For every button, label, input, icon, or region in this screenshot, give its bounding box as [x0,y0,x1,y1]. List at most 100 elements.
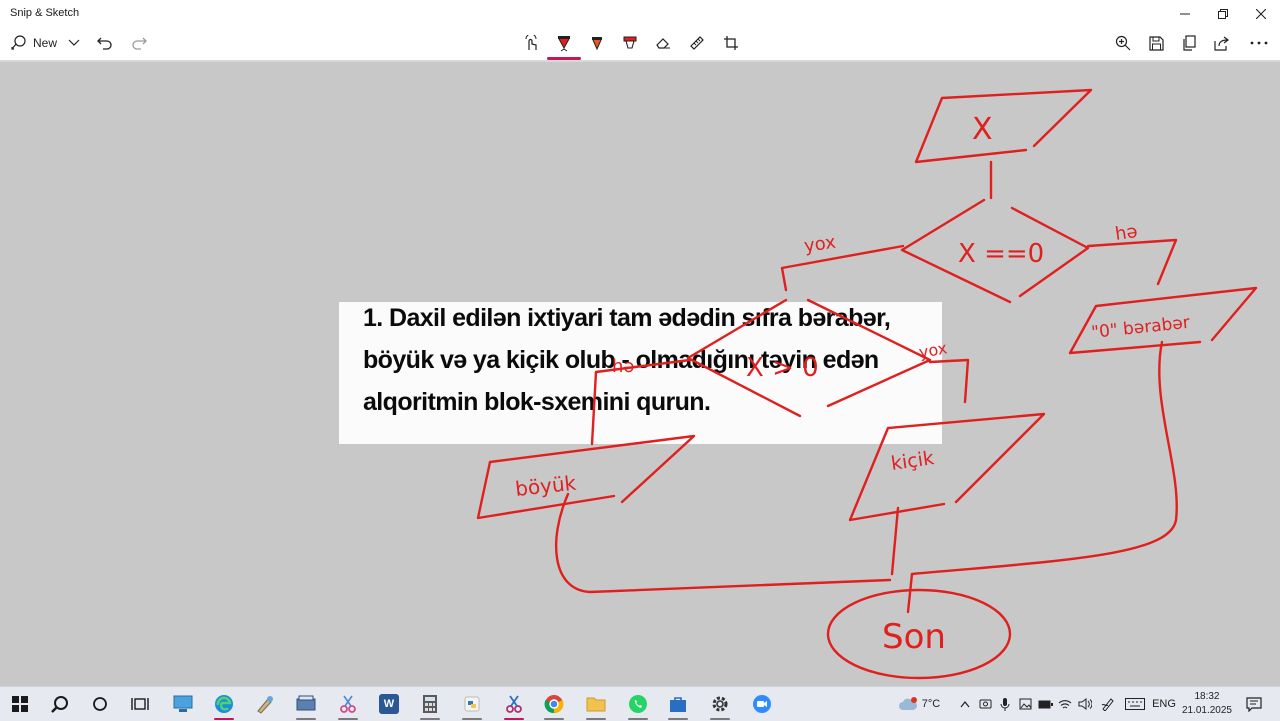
clock[interactable]: 18:32 21.01.2025 [1182,690,1232,718]
new-label: New [32,36,57,50]
start-button[interactable] [6,687,34,721]
ruler-button[interactable] [686,28,708,58]
calculator-icon [423,695,437,713]
tray-microphone-icon[interactable] [996,687,1014,721]
new-dropdown-button[interactable] [64,28,84,58]
zoom-button[interactable] [1112,28,1134,58]
taskbar-app-paint[interactable] [248,687,282,721]
toolbar: New [0,28,1280,62]
taskbar-app-calculator[interactable] [412,687,448,721]
taskbar-app-file-explorer[interactable] [578,687,614,721]
undo-icon [97,37,112,50]
eraser-icon [656,38,670,49]
search-button[interactable] [46,687,74,721]
camera-icon [979,699,991,709]
tray-touch-keyboard-icon[interactable] [1122,687,1148,721]
wifi-icon [1058,699,1072,708]
snip-sketch-icon [506,695,522,713]
clock-date: 21.01.2025 [1181,705,1232,716]
taskbar-app-remote-desktop[interactable] [166,687,200,721]
chrome-icon [544,695,564,714]
taskbar-app-store[interactable] [660,687,696,721]
restore-icon [1218,9,1228,19]
document-line-3: alqoritmin blok-sxemini qurun. [363,388,711,416]
microphone-icon [1000,697,1010,711]
tray-battery-icon[interactable] [1036,687,1054,721]
copy-button[interactable] [1178,28,1200,58]
redo-icon [132,37,147,50]
clock-time: 18:32 [1194,691,1220,702]
store-icon [670,697,686,712]
tray-meet-icon[interactable] [976,687,994,721]
copy-icon [1182,35,1196,51]
cortana-icon [93,697,107,711]
minimize-button[interactable] [1166,0,1204,28]
weather-widget[interactable]: 7°C [892,687,946,721]
undo-button[interactable] [94,28,116,58]
battery-icon [1038,700,1053,708]
weather-temperature: 7°C [921,698,941,710]
share-icon [1214,36,1229,51]
eraser-button[interactable] [652,28,674,58]
whatsapp-icon [629,695,647,713]
taskbar-app-edge[interactable] [206,687,242,721]
restore-button[interactable] [1204,0,1242,28]
tray-photo-icon[interactable] [1016,687,1034,721]
ballpoint-pen-button[interactable] [553,28,575,58]
document-line-2: böyük və ya kiçik olub - olmadığını təyi… [363,346,879,374]
taskbar-app-settings[interactable] [702,687,738,721]
captured-document: 1. Daxil edilən ixtiyari tam ədədin sıfr… [339,302,942,444]
pencil-button[interactable] [586,28,608,58]
taskbar-app-whatsapp[interactable] [620,687,656,721]
share-button[interactable] [1211,28,1233,58]
new-snip-button[interactable]: New [8,28,60,58]
input-language: ENG [1152,698,1176,710]
pen-icon [1101,698,1114,711]
taskbar-app-python[interactable] [454,687,490,721]
highlighter-button[interactable] [619,28,641,58]
touch-writing-icon [525,35,537,50]
selected-pen-indicator [547,57,581,60]
minimize-icon [1180,13,1190,15]
image-icon [1019,698,1031,710]
search-icon [51,696,68,713]
highlighter-icon [623,36,637,49]
app-title: Snip & Sketch [10,7,80,19]
chevron-down-icon [68,39,80,46]
more-options-button[interactable] [1246,28,1272,58]
new-snip-icon [11,35,26,50]
tray-volume-icon[interactable] [1076,687,1094,721]
cortana-button[interactable] [86,687,114,721]
taskbar-app-snip-sketch[interactable] [496,687,532,721]
close-button[interactable] [1242,0,1280,28]
touch-writing-button[interactable] [520,28,542,58]
tray-pen-menu-icon[interactable] [1098,687,1118,721]
cloud-icon [898,697,917,710]
taskbar-app-zoom[interactable] [744,687,780,721]
redo-button[interactable] [128,28,150,58]
taskbar-app-scanner[interactable] [288,687,324,721]
input-language-button[interactable]: ENG [1150,687,1178,721]
show-hidden-icons-button[interactable] [956,687,974,721]
taskbar-app-word[interactable]: W [372,687,406,721]
notifications-button[interactable] [1240,687,1268,721]
save-icon [1148,35,1164,51]
scissors-icon [340,695,356,713]
tray-wifi-icon[interactable] [1056,687,1074,721]
windows-logo-icon [12,696,28,712]
task-view-button[interactable] [126,687,154,721]
zoom-app-icon [753,695,771,713]
crop-button[interactable] [720,28,742,58]
taskbar-app-snip-tool[interactable] [330,687,366,721]
paint-icon [257,696,273,714]
ballpoint-pen-icon [558,36,570,52]
word-icon: W [379,694,399,714]
taskbar-app-chrome[interactable] [536,687,572,721]
keyboard-icon [1125,698,1145,710]
pencil-icon [592,37,602,51]
gear-icon [712,696,728,712]
save-button[interactable] [1145,28,1167,58]
taskbar: W 7°C ENG 18:32 21.01.2025 [0,686,1280,721]
title-bar: Snip & Sketch [0,0,1280,28]
folder-icon [586,697,606,712]
